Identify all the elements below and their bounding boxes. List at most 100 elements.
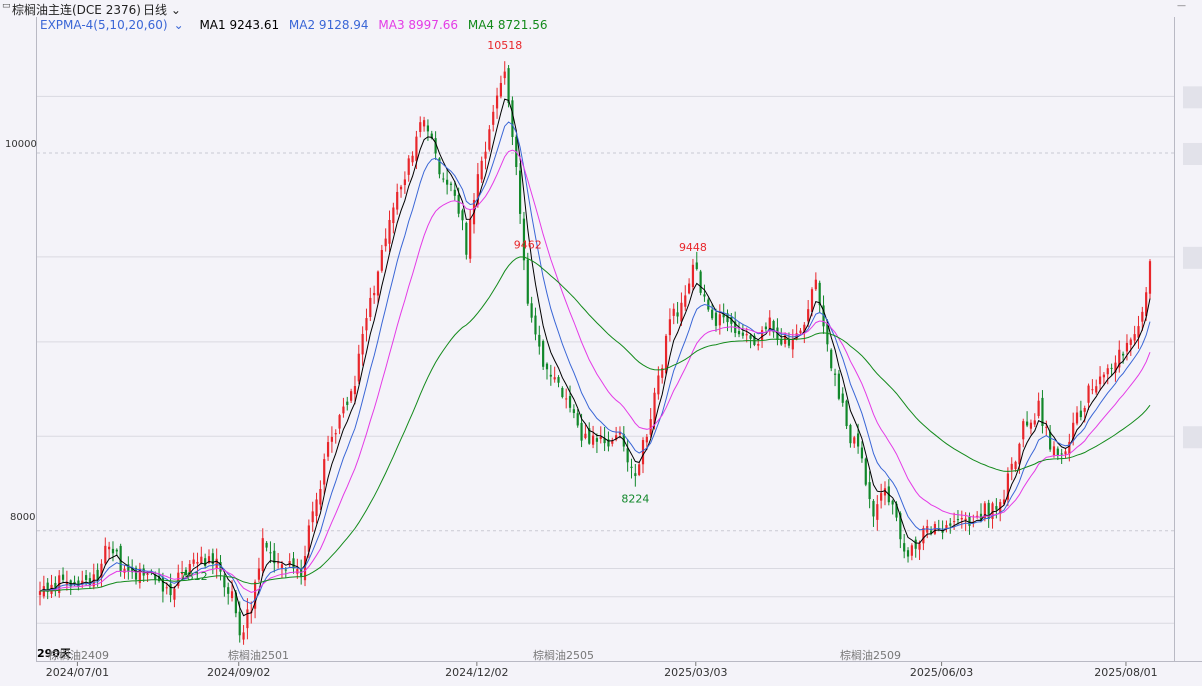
menu-icon[interactable]: ▭ bbox=[2, 1, 11, 11]
candle-body bbox=[1087, 385, 1090, 403]
candle-body bbox=[1129, 339, 1132, 345]
candle-body bbox=[864, 458, 867, 485]
candle-body bbox=[426, 125, 430, 132]
candle-body bbox=[338, 415, 341, 429]
candle-body bbox=[422, 120, 426, 127]
candle-body bbox=[1025, 421, 1029, 426]
candle-body bbox=[903, 543, 906, 552]
candle-body bbox=[760, 330, 764, 341]
candle-body bbox=[284, 569, 287, 571]
candle-body bbox=[1052, 446, 1056, 456]
candle-body bbox=[568, 396, 572, 408]
candle-body bbox=[891, 500, 894, 505]
candle-body bbox=[300, 569, 303, 577]
candle-body bbox=[645, 436, 648, 443]
candle-body bbox=[88, 578, 92, 586]
candle-body bbox=[326, 442, 330, 457]
candle-body bbox=[872, 500, 875, 517]
candle-body bbox=[1033, 420, 1036, 425]
candle-body bbox=[1010, 463, 1013, 470]
candle-body bbox=[1037, 400, 1040, 417]
candle-body bbox=[876, 504, 879, 520]
candle-body bbox=[353, 385, 357, 395]
right-scale-marker bbox=[1183, 86, 1202, 109]
extreme-label: 10518 bbox=[487, 39, 522, 52]
candle-body bbox=[369, 297, 372, 318]
candle-body bbox=[396, 191, 399, 210]
x-axis: 2024/07/01 2024/09/02 2024/12/02 2025/03/03… bbox=[36, 661, 1202, 682]
series-line-ma4 bbox=[39, 256, 1151, 592]
x-tick-label: 2025/06/03 bbox=[910, 666, 973, 679]
candle-body bbox=[1098, 376, 1102, 385]
candle-body bbox=[200, 556, 203, 564]
candle-body bbox=[357, 353, 360, 382]
candle-body bbox=[115, 549, 118, 552]
candle-body bbox=[949, 523, 952, 526]
candle-body bbox=[1045, 426, 1048, 428]
price-plot-area[interactable]: 1051894489462822478127324 bbox=[36, 17, 1175, 675]
candle-body bbox=[342, 406, 345, 414]
candle-body bbox=[1049, 431, 1052, 450]
candle-body bbox=[1083, 407, 1086, 412]
candle-body bbox=[1014, 461, 1017, 469]
candle-body bbox=[549, 374, 552, 377]
right-scale-panel[interactable] bbox=[1174, 17, 1202, 661]
candle-body bbox=[373, 292, 376, 296]
candle-body bbox=[649, 419, 652, 435]
right-scale-marker bbox=[1183, 246, 1202, 269]
candle-body bbox=[668, 319, 671, 336]
candle-body bbox=[580, 422, 583, 441]
candle-body bbox=[61, 574, 65, 580]
candle-body bbox=[365, 318, 368, 331]
candle-body bbox=[641, 440, 645, 465]
candle-body bbox=[384, 238, 387, 247]
candle-body bbox=[503, 71, 506, 79]
candle-body bbox=[269, 552, 272, 554]
candle-body bbox=[488, 129, 491, 150]
candle-body bbox=[572, 409, 575, 414]
candle-body bbox=[868, 482, 871, 500]
candle-body bbox=[204, 558, 207, 566]
candle-body bbox=[688, 283, 691, 294]
candle-body bbox=[392, 207, 395, 224]
candle-body bbox=[1106, 368, 1109, 375]
candle-body bbox=[38, 591, 42, 595]
candle-body bbox=[595, 438, 599, 442]
candle-body bbox=[1064, 451, 1067, 455]
x-tick-label: 2025/08/01 bbox=[1094, 666, 1157, 679]
candle-body bbox=[830, 349, 833, 369]
candle-body bbox=[480, 160, 483, 180]
candle-body bbox=[380, 250, 383, 271]
candle-body bbox=[319, 488, 322, 505]
candle-body bbox=[538, 334, 541, 347]
y-tick-label-8000: 8000 bbox=[10, 512, 36, 523]
candle-body bbox=[238, 611, 241, 636]
candle-body bbox=[711, 309, 714, 319]
candle-body bbox=[526, 259, 529, 304]
candle-body bbox=[1075, 412, 1079, 424]
candle-body bbox=[1102, 374, 1106, 378]
candle-body bbox=[737, 331, 741, 335]
candle-body bbox=[676, 312, 679, 317]
candle-body bbox=[657, 375, 660, 395]
candle-body bbox=[856, 433, 860, 447]
candle-body bbox=[261, 538, 264, 571]
candle-body bbox=[449, 183, 453, 185]
extreme-label: 8224 bbox=[621, 492, 649, 505]
candle-body bbox=[914, 539, 917, 549]
candle-body bbox=[277, 562, 280, 564]
candle-body bbox=[684, 295, 687, 307]
period-dropdown[interactable]: 日线 ⌄ bbox=[143, 1, 181, 18]
candle-body bbox=[983, 503, 986, 520]
candle-body bbox=[703, 294, 706, 297]
candle-body bbox=[1122, 353, 1125, 356]
candle-body bbox=[111, 548, 115, 554]
candle-body bbox=[146, 573, 149, 575]
window-dash-icon[interactable]: — bbox=[1177, 1, 1186, 11]
extreme-label: 7812 bbox=[180, 570, 208, 583]
candle-body bbox=[296, 568, 299, 574]
candle-body bbox=[346, 401, 349, 405]
candle-body bbox=[787, 339, 791, 346]
candle-body bbox=[415, 136, 418, 161]
x-axis-svg: 2024/07/01 2024/09/02 2024/12/02 2025/03/03… bbox=[46, 662, 1158, 679]
